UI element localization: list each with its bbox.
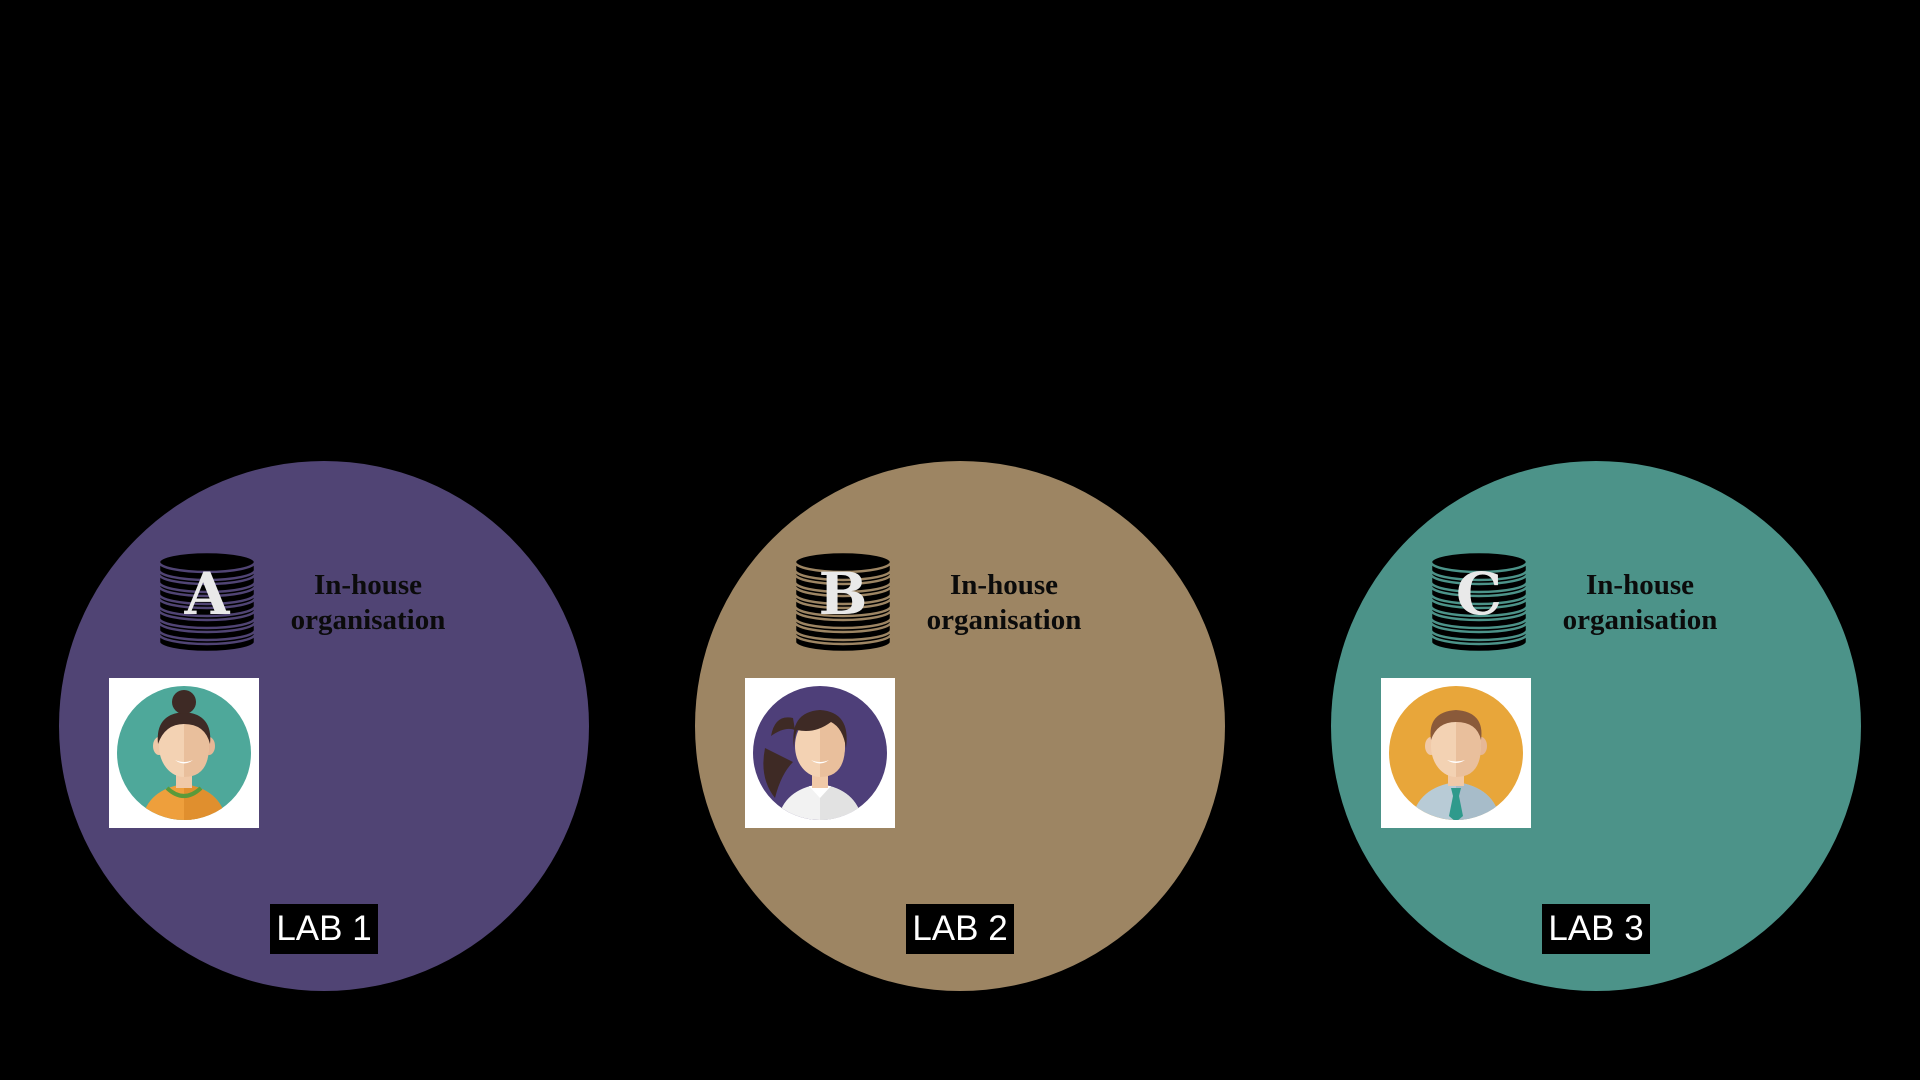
database-letter: B: [818, 560, 868, 628]
database-letter: C: [1455, 560, 1503, 628]
database-letter: A: [184, 560, 230, 628]
man-with-tie-icon: [1389, 686, 1523, 820]
caption-line-2: organisation: [926, 604, 1082, 636]
lab-2-circle: B In-house organisation LAB 2: [695, 461, 1225, 991]
organisation-caption: In-house organisation: [1545, 568, 1735, 638]
lab-3-circle: C In-house organisation LAB 3: [1331, 461, 1861, 991]
caption-line-2: organisation: [290, 604, 446, 636]
lab-1-circle: A In-house organisation LAB 1: [59, 461, 589, 991]
caption-line-1: In-house: [950, 569, 1058, 601]
woman-with-bun-icon: [117, 686, 251, 820]
organisation-caption: In-house organisation: [273, 568, 463, 638]
lab-label: LAB 2: [906, 904, 1014, 954]
caption-line-1: In-house: [314, 569, 422, 601]
lab-label: LAB 3: [1542, 904, 1650, 954]
diagram-canvas: A In-house organisation LAB 1 B In-house…: [0, 0, 1920, 1080]
caption-line-2: organisation: [1562, 604, 1718, 636]
avatar-frame: [109, 678, 259, 828]
organisation-caption: In-house organisation: [909, 568, 1099, 638]
woman-with-ponytail-icon: [753, 686, 887, 820]
caption-line-1: In-house: [1586, 569, 1694, 601]
avatar-frame: [1381, 678, 1531, 828]
avatar-frame: [745, 678, 895, 828]
lab-label: LAB 1: [270, 904, 378, 954]
